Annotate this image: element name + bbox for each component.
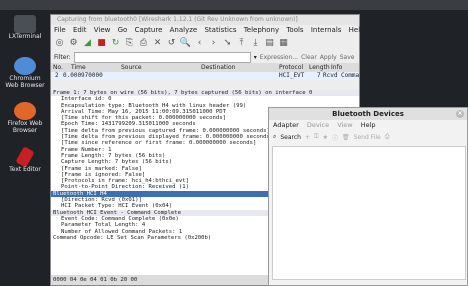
- reload-icon[interactable]: ↺: [166, 38, 177, 49]
- terminal-icon: [14, 15, 36, 33]
- col-length[interactable]: Length: [309, 63, 330, 72]
- chromium-label: Chromium Web Browser: [5, 75, 45, 89]
- key-icon: ⚿: [314, 133, 319, 140]
- stop-capture-icon[interactable]: ■: [96, 38, 107, 49]
- find-icon[interactable]: 🔍: [180, 38, 191, 49]
- top-panel: [0, 0, 468, 10]
- menu-statistics[interactable]: Statistics: [204, 26, 236, 34]
- options-icon[interactable]: ⚙: [68, 38, 79, 49]
- menu-device: Device: [306, 121, 330, 129]
- add-icon: +: [305, 133, 311, 141]
- menu-capture[interactable]: Capture: [135, 26, 163, 34]
- bluetooth-menu-bar: Adapter Device View Help: [269, 120, 467, 130]
- col-destination[interactable]: Destination: [201, 63, 235, 72]
- firefox-launcher[interactable]: Firefox Web Browser: [0, 102, 50, 134]
- main-toolbar: ◎ ⚙ ◢ ■ ↻ ⎘ ⎙ ✕ ↺ 🔍 ‹ › ➘ ⤒ ⤓ ▤ ▦: [51, 35, 359, 51]
- packet-length: 7: [317, 72, 321, 79]
- packet-info: Rcvd Comma: [323, 72, 360, 79]
- close-icon[interactable]: ×: [456, 110, 464, 118]
- firefox-label: Firefox Web Browser: [7, 120, 43, 134]
- menu-telephony[interactable]: Telephony: [244, 26, 279, 34]
- menu-view[interactable]: View: [94, 26, 111, 34]
- menu-go[interactable]: Go: [118, 26, 128, 34]
- favorite-icon: ★: [322, 133, 328, 141]
- autoscroll-icon[interactable]: ▦: [278, 38, 289, 49]
- menu-bar: File Edit View Go Capture Analyze Statis…: [51, 25, 365, 35]
- forward-icon[interactable]: ›: [208, 38, 219, 49]
- firefox-icon: [14, 102, 36, 120]
- search-icon[interactable]: ⌕: [273, 133, 276, 141]
- last-packet-icon[interactable]: ⤓: [250, 38, 261, 49]
- text-editor-launcher[interactable]: Text Editor: [0, 146, 50, 173]
- interfaces-icon[interactable]: ◎: [54, 38, 65, 49]
- menu-edit[interactable]: Edit: [73, 26, 87, 34]
- hex-dump: 0000 04 0e 04 01 0b 20 00: [53, 277, 138, 283]
- window-title: Capturing from bluetooth0 [Wireshark 1.1…: [51, 15, 359, 25]
- menu-file[interactable]: File: [54, 26, 66, 34]
- save-file-icon[interactable]: ⎙: [138, 38, 149, 49]
- menu-analyze[interactable]: Analyze: [170, 26, 198, 34]
- packet-time: 0.000970000: [63, 72, 103, 79]
- menu-view: View: [337, 121, 353, 129]
- packet-row[interactable]: 2 0.000970000 HCI_EVT 7 Rcvd Comma: [51, 72, 359, 80]
- filter-input[interactable]: [73, 51, 251, 63]
- search-button[interactable]: Search: [280, 134, 301, 141]
- filter-label: Filter:: [54, 53, 71, 61]
- apply-button[interactable]: Apply: [320, 54, 337, 61]
- bluetooth-title-bar: Bluetooth Devices ×: [269, 108, 467, 120]
- lxterminal-label: LXTerminal: [8, 33, 42, 40]
- pen-icon: [15, 146, 35, 168]
- menu-tools[interactable]: Tools: [286, 26, 303, 34]
- expression-button[interactable]: Expression...: [260, 54, 298, 61]
- save-filter-button[interactable]: Save: [340, 54, 355, 61]
- packet-no: 2: [55, 72, 59, 79]
- menu-help[interactable]: Help: [361, 121, 376, 129]
- menu-help[interactable]: Help: [349, 26, 365, 34]
- menu-adapter[interactable]: Adapter: [273, 121, 299, 129]
- start-capture-icon[interactable]: ◢: [82, 38, 93, 49]
- filter-bar: Filter: ▾ Expression... Clear Apply Save: [51, 51, 359, 63]
- go-to-packet-icon[interactable]: ➘: [222, 38, 233, 49]
- lxterminal-launcher[interactable]: LXTerminal: [0, 15, 50, 40]
- info-icon: ⓘ: [332, 134, 339, 142]
- col-no[interactable]: No.: [53, 63, 63, 72]
- close-file-icon[interactable]: ✕: [152, 38, 163, 49]
- col-protocol[interactable]: Protocol: [279, 63, 303, 72]
- chromium-launcher[interactable]: Chromium Web Browser: [0, 57, 50, 89]
- chromium-icon: [14, 57, 36, 75]
- col-time[interactable]: Time: [71, 63, 86, 72]
- colorize-icon[interactable]: ▤: [264, 38, 275, 49]
- packet-list-header: No. Time Source Destination Protocol Len…: [51, 63, 359, 72]
- back-icon[interactable]: ‹: [194, 38, 205, 49]
- packet-protocol: HCI_EVT: [279, 72, 305, 79]
- bluetooth-toolbar: ⌕ Search + ⚿ ★ ⓘ 🗑 Send File ⎙: [269, 130, 467, 144]
- desktop: LXTerminal Chromium Web Browser Firefox …: [0, 0, 468, 286]
- bluetooth-devices-window[interactable]: Bluetooth Devices × Adapter Device View …: [268, 107, 468, 286]
- browse-icon: ⎙: [384, 133, 390, 140]
- device-list[interactable]: [272, 146, 466, 280]
- col-info[interactable]: Info: [331, 63, 342, 72]
- remove-icon: 🗑: [342, 133, 350, 141]
- filter-dropdown-icon[interactable]: ▾: [254, 54, 257, 61]
- send-file-button: Send File: [353, 133, 381, 141]
- clear-button[interactable]: Clear: [301, 54, 317, 61]
- menu-internals[interactable]: Internals: [311, 26, 342, 34]
- desktop-icons: LXTerminal Chromium Web Browser Firefox …: [0, 10, 50, 286]
- first-packet-icon[interactable]: ⤒: [236, 38, 247, 49]
- bluetooth-title: Bluetooth Devices: [332, 110, 404, 118]
- col-source[interactable]: Source: [121, 63, 142, 72]
- open-file-icon[interactable]: ⎘: [124, 38, 135, 49]
- restart-capture-icon[interactable]: ↻: [110, 38, 121, 49]
